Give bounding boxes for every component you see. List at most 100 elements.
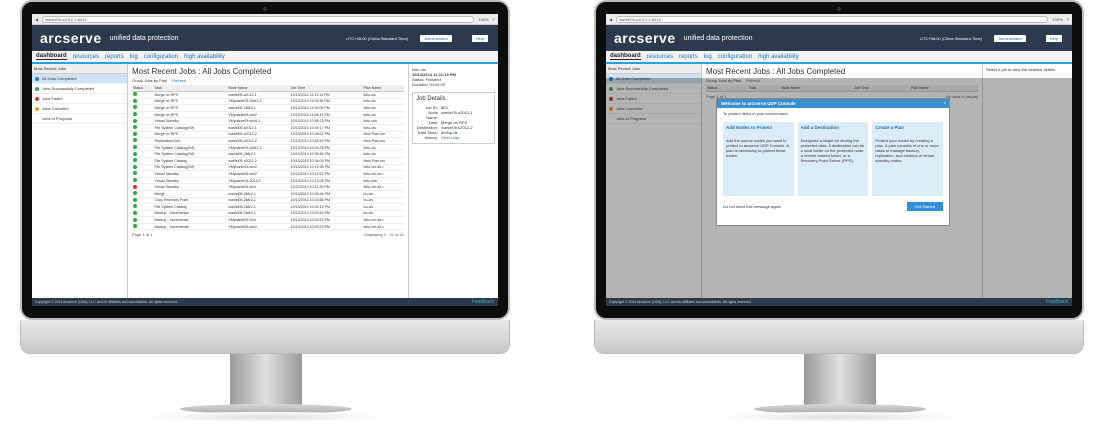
table-row[interactable]: File System Catalog(VM) wanlei05-2k8r2-1 1… <box>132 150 404 158</box>
table-row[interactable]: Merge on RPS VMyoanle05-win2 10/13/2014 11… <box>132 111 404 119</box>
tab-configuration[interactable]: configuration <box>144 54 178 60</box>
table-row[interactable]: File System Catalog(VM) wanlei05-s2012-1 1… <box>132 124 404 132</box>
filter-item[interactable]: Jobs Successfully Completed <box>32 84 127 94</box>
filter-item[interactable]: Jobs Failed <box>32 94 127 104</box>
table-row[interactable]: Replication(Out) wanlei05-s2012-2 10/13/20… <box>132 137 404 145</box>
card-title[interactable]: Create a Plan <box>875 125 940 130</box>
card-text: Designate a target for storing the prote… <box>800 138 865 163</box>
get-started-button[interactable]: Get Started <box>906 202 943 211</box>
card-text: Add the source nodes you want to protect… <box>726 138 789 158</box>
table-cell: wanlei05-2k8r2-1 <box>227 203 290 211</box>
refresh-button[interactable]: Refresh <box>172 78 186 83</box>
tab-reports[interactable]: reports <box>679 54 698 60</box>
filter-item[interactable]: All Jobs Completed <box>32 74 127 84</box>
table-row[interactable]: File System Catalog(VM) VMyoanle05-win2 10… <box>132 164 404 172</box>
status-icon <box>133 145 137 150</box>
table-cell: fctlu-vsb <box>362 117 404 125</box>
grid-toolbar: Group Jobs by Plan Refresh <box>132 78 404 83</box>
jobs-panel: Most Recent Jobs : All Jobs Completed Gr… <box>128 64 408 298</box>
help-button[interactable]: Help <box>471 34 488 42</box>
table-row[interactable]: Copy Recovery Point wanlei05-2k8r2-1 10/13… <box>132 197 404 205</box>
table-cell: fctlu-cls <box>362 150 404 158</box>
menu-icon[interactable]: ≡ <box>493 17 495 22</box>
tab-high-availability[interactable]: high availability <box>184 54 225 60</box>
monitor-stand <box>804 354 876 406</box>
table-cell: File System Catalog <box>153 157 228 165</box>
menu-icon[interactable]: ≡ <box>1067 17 1069 22</box>
address-bar[interactable]: wanlei05-s2012-2:8015 <box>616 15 1049 23</box>
status-icon <box>35 86 39 91</box>
table-row[interactable]: Backup - Incremental VMyoanle05-Win 10/13/… <box>132 216 404 224</box>
panel-header: Most Recent Jobs <box>606 64 701 74</box>
table-cell: File System Catalog <box>153 203 228 211</box>
welcome-dialog: Welcome to arcserve UDP Console × To prote… <box>716 98 950 226</box>
group-checkbox[interactable]: Group Jobs by Plan <box>132 78 167 83</box>
create-plan-card[interactable]: Create a Plan Protect your nodes by creat… <box>872 122 944 196</box>
table-row[interactable]: Backup - Incremental VMyoanle05-win2 10/13… <box>132 223 404 231</box>
dialog-cards: Add Nodes to Protect Add the source nodes… <box>717 122 949 196</box>
main-nav: dashboard resources reports log configur… <box>32 51 498 64</box>
card-title[interactable]: Add Nodes to Protect <box>726 125 791 130</box>
table-cell: Merge on RPS <box>153 91 228 99</box>
table-cell: fctlu-vm-de-r <box>362 170 404 178</box>
table-cell: wanlei05-2k8r2-1 <box>227 210 290 218</box>
admin-menu[interactable]: Administrator <box>994 34 1026 42</box>
table-cell: Merge on RPS <box>153 131 228 139</box>
card-title[interactable]: Add a Destination <box>801 125 866 130</box>
zoom-level[interactable]: 100% <box>478 17 488 22</box>
tab-dashboard[interactable]: dashboard <box>36 53 67 60</box>
close-icon[interactable]: × <box>944 100 946 105</box>
table-cell: New Plan-mo <box>362 131 404 139</box>
table-row[interactable]: Merge wanlei05-2k8r2-1 10/13/2014 10:04:46… <box>132 190 404 198</box>
field-value[interactable]: View Logs <box>441 135 459 140</box>
tab-resources[interactable]: resources <box>647 54 673 60</box>
help-button[interactable]: Help <box>1045 34 1062 42</box>
table-row[interactable]: Virtual Standby VMyoanle05-win2 10/13/2014… <box>132 170 404 178</box>
admin-menu[interactable]: Administrator <box>420 34 452 42</box>
page-indicator[interactable]: Page 1 of 1 <box>132 232 152 237</box>
back-icon[interactable]: ◀ <box>609 17 612 22</box>
table-row[interactable]: Merge on RPS wanlei05-s2012-2 10/13/2014 1… <box>132 131 404 139</box>
filter-item[interactable]: Jobs In Progress <box>32 114 127 124</box>
tab-configuration[interactable]: configuration <box>718 54 752 60</box>
table-row[interactable]: Virtual Standby VMyoanle05-win8-1 10/13/20… <box>132 117 404 125</box>
table-cell: Backup - Incremental <box>153 216 228 224</box>
monitor-bezel: ◀ wanlei05-s2012-2:8015 100% ≡ arcserve … <box>594 0 1084 320</box>
tab-high-availability[interactable]: high availability <box>758 54 799 60</box>
table-cell: Merge <box>153 190 228 198</box>
monitor-stand <box>230 354 302 406</box>
add-nodes-card[interactable]: Add Nodes to Protect Add the source nodes… <box>723 122 794 196</box>
table-row[interactable]: File System Catalog wanlei05-2k8r2-1 10/13… <box>132 203 404 211</box>
table-row[interactable]: Merge on RPS wanlei05-s2012-1 10/13/2014 1… <box>132 91 404 99</box>
status-icon <box>133 171 137 176</box>
back-icon[interactable]: ◀ <box>35 17 38 22</box>
table-cell: New Plan-mo <box>362 137 404 145</box>
table-row[interactable]: Merge on RPS VMyoanle05-2k8r2-2 10/13/2014… <box>132 98 404 106</box>
table-row[interactable]: Virtual Standby VMyoanle05-Win 10/13/2014 … <box>132 183 404 191</box>
tab-log[interactable]: log <box>130 54 138 60</box>
status-icon <box>133 164 137 169</box>
filter-item[interactable]: Jobs Canceled <box>32 104 127 114</box>
table-row[interactable]: Backup - Incremental wanlei05-2k8r2-1 10/1… <box>132 210 404 218</box>
table-cell: 10/13/2014 11:08:42 PM <box>289 111 363 119</box>
card-text: Protect your nodes by creating a plan. A… <box>875 138 939 163</box>
table-cell: VMyoanle05-2k8r2-2 <box>227 98 290 106</box>
detail-hint: Select a job to view the detailed detail… <box>986 67 1057 72</box>
tab-resources[interactable]: resources <box>73 54 99 60</box>
address-bar[interactable]: wanlei05-s2012-2:8015 <box>42 15 475 23</box>
table-cell: wanlei05-s2012-2 <box>227 157 290 165</box>
tab-dashboard[interactable]: dashboard <box>610 53 641 60</box>
table-row[interactable]: Merge on RPS wanlei05-2k8r2-1 10/13/2014 1… <box>132 104 404 112</box>
tab-log[interactable]: log <box>704 54 712 60</box>
feedback-link[interactable]: Feedback <box>472 299 494 305</box>
feedback-link[interactable]: Feedback <box>1046 299 1068 305</box>
dont-show-checkbox[interactable]: Do not show this message again <box>723 204 781 209</box>
table-cell: 10/13/2014 10:36:09 PM <box>289 157 363 165</box>
table-row[interactable]: Virtual Standby VMyoanle05-2012r2 10/13/20… <box>132 177 404 185</box>
tab-reports[interactable]: reports <box>105 54 124 60</box>
add-destination-card[interactable]: Add a Destination Designate a target for … <box>797 122 869 196</box>
table-row[interactable]: File System Catalog(VM) VMyoanle05-2k8r2-… <box>132 144 404 152</box>
zoom-level[interactable]: 100% <box>1052 17 1062 22</box>
table-row[interactable]: File System Catalog wanlei05-s2012-2 10/13… <box>132 157 404 165</box>
status-icon <box>133 210 137 215</box>
